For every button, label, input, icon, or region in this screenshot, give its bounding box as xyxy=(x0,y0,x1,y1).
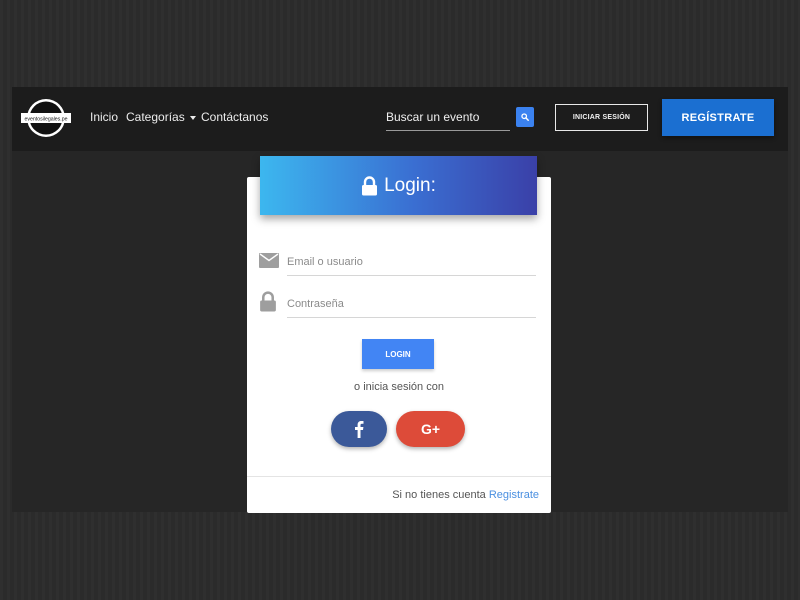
card-divider xyxy=(247,476,551,477)
search-input[interactable] xyxy=(386,105,506,127)
register-link[interactable]: Registrate xyxy=(489,489,539,501)
google-plus-icon: G+ xyxy=(420,421,441,437)
lock-icon xyxy=(260,291,276,312)
logo-icon: eventosilegales.pe xyxy=(21,99,71,137)
password-input[interactable] xyxy=(287,292,536,316)
search-button[interactable] xyxy=(516,107,534,127)
social-login-prompt: o inicia sesión con xyxy=(354,381,444,393)
nav-item-inicio[interactable]: Inicio xyxy=(90,110,118,124)
lock-icon xyxy=(362,175,378,195)
nav-item-categorias-label: Categorías xyxy=(126,110,185,124)
register-prompt-text: Si no tienes cuenta xyxy=(392,489,486,501)
brand-logo[interactable]: eventosilegales.pe xyxy=(19,97,73,139)
caret-down-icon xyxy=(189,115,196,120)
facebook-icon xyxy=(355,421,364,438)
facebook-login-button[interactable] xyxy=(331,411,387,447)
nav-item-categorias[interactable]: Categorías xyxy=(126,110,196,124)
navbar: eventosilegales.pe Inicio Categorías Con… xyxy=(12,87,788,151)
email-field xyxy=(287,250,536,276)
search-field xyxy=(386,105,510,131)
google-login-button[interactable]: G+ xyxy=(396,411,465,447)
register-nav-button[interactable]: REGÍSTRATE xyxy=(662,99,774,136)
envelope-icon xyxy=(259,253,279,268)
email-input[interactable] xyxy=(287,250,536,274)
logo-text: eventosilegales.pe xyxy=(25,117,68,123)
login-title: Login: xyxy=(384,174,436,196)
search-icon xyxy=(521,113,529,121)
login-card-header: Login: xyxy=(260,156,537,215)
register-prompt: Si no tienes cuenta Registrate xyxy=(392,489,539,501)
nav-item-contactanos[interactable]: Contáctanos xyxy=(201,110,268,124)
login-nav-button[interactable]: INICIAR SESIÓN xyxy=(555,104,648,131)
login-submit-button[interactable]: LOGIN xyxy=(362,339,434,369)
password-field xyxy=(287,292,536,318)
page-backdrop: eventosilegales.pe Inicio Categorías Con… xyxy=(12,87,788,513)
